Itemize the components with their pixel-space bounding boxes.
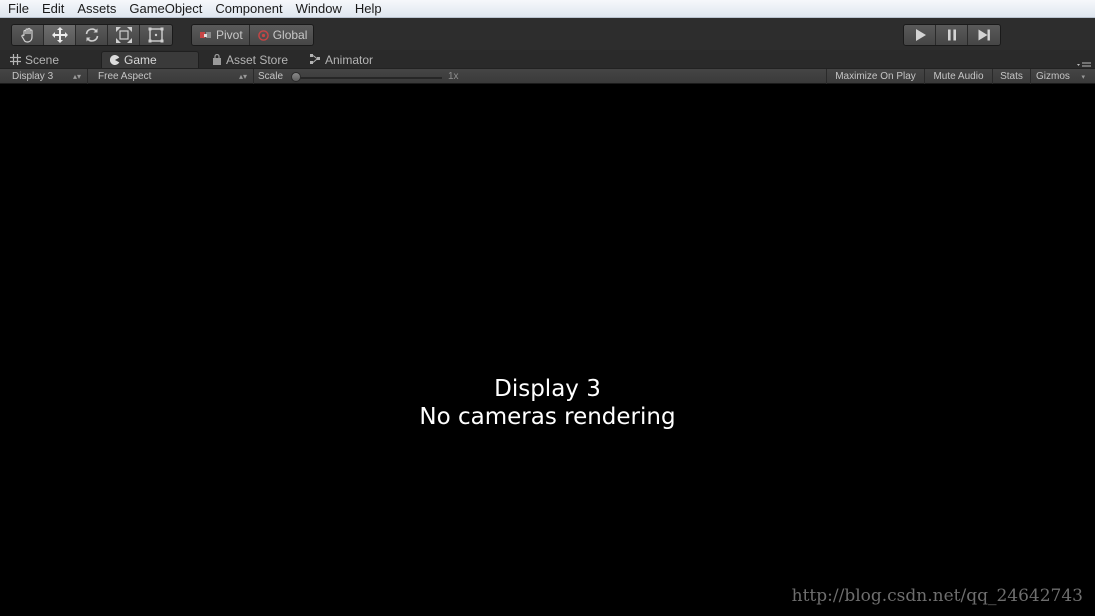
stats-label: Stats: [1000, 71, 1023, 82]
scale-icon: [115, 27, 132, 43]
pivot-toggle-group: Pivot Global: [191, 24, 315, 46]
menu-file[interactable]: File: [2, 1, 35, 17]
menu-component[interactable]: Component: [209, 1, 288, 17]
rotate-tool-button[interactable]: [76, 25, 108, 45]
stats-toggle[interactable]: Stats: [992, 69, 1030, 84]
tab-scene[interactable]: Scene: [2, 51, 67, 68]
move-tool-button[interactable]: [44, 25, 76, 45]
menu-edit[interactable]: Edit: [36, 1, 70, 17]
pivot-icon: [200, 30, 212, 40]
hand-tool-button[interactable]: [12, 25, 44, 45]
tab-scene-label: Scene: [25, 52, 60, 67]
animator-icon: [310, 54, 321, 65]
tab-game-label: Game: [124, 53, 157, 67]
mute-audio-toggle[interactable]: Mute Audio: [924, 69, 992, 84]
tab-asset-store-label: Asset Store: [226, 52, 289, 67]
dropdown-arrow-icon: ▴▾: [238, 72, 247, 81]
mute-audio-label: Mute Audio: [933, 71, 984, 82]
tab-animator-label: Animator: [325, 52, 374, 67]
rotate-icon: [85, 28, 98, 42]
tab-bar: Scene Game Asset Store Animator: [0, 50, 1095, 70]
rect-icon: [148, 27, 164, 43]
move-icon: [51, 27, 68, 43]
tab-asset-store[interactable]: Asset Store: [204, 51, 296, 68]
maximize-on-play-toggle[interactable]: Maximize On Play: [826, 69, 924, 84]
watermark-url: http://blog.csdn.net/qq_24642743: [791, 586, 1083, 606]
global-button[interactable]: Global: [249, 25, 314, 45]
global-label: Global: [272, 28, 308, 42]
play-controls: [903, 24, 1001, 46]
pause-button[interactable]: [936, 25, 968, 45]
menu-gameobject[interactable]: GameObject: [123, 1, 208, 17]
pivot-label: Pivot: [216, 28, 243, 42]
menu-window[interactable]: Window: [290, 1, 348, 17]
display-dropdown[interactable]: Display 3 ▴▾: [0, 69, 88, 84]
gizmos-dropdown[interactable]: Gizmos ▾: [1030, 69, 1088, 84]
tab-animator[interactable]: Animator: [302, 51, 381, 68]
play-icon: [915, 29, 926, 41]
main-toolbar: Pivot Global: [0, 18, 1095, 50]
no-cameras-message: No cameras rendering: [419, 404, 676, 430]
play-button[interactable]: [904, 25, 936, 45]
bag-icon: [212, 54, 222, 65]
scale-slider-thumb[interactable]: [291, 72, 301, 82]
menu-assets[interactable]: Assets: [71, 1, 122, 17]
rect-tool-button[interactable]: [140, 25, 172, 45]
pause-icon: [947, 29, 956, 41]
display-value: Display 3: [12, 71, 54, 82]
game-toolbar: Display 3 ▴▾ Free Aspect ▴▾ Scale 1x Max…: [0, 68, 1095, 84]
scale-slider-track[interactable]: [295, 77, 442, 79]
hand-icon: [20, 27, 33, 43]
gizmos-label: Gizmos: [1036, 71, 1070, 82]
game-view[interactable]: Display 3 No cameras rendering http://bl…: [0, 84, 1095, 616]
aspect-dropdown[interactable]: Free Aspect ▴▾: [86, 69, 254, 84]
tab-game[interactable]: Game: [101, 51, 199, 68]
transform-tools: [11, 24, 173, 46]
dropdown-arrow-icon: ▴▾: [72, 72, 81, 81]
scale-tool-button[interactable]: [108, 25, 140, 45]
pacman-icon: [110, 55, 120, 65]
step-button[interactable]: [968, 25, 1000, 45]
grid-icon: [10, 54, 21, 65]
aspect-value: Free Aspect: [98, 71, 152, 82]
globe-icon: [257, 29, 269, 41]
menu-bar: File Edit Assets GameObject Component Wi…: [0, 0, 1095, 18]
step-icon: [978, 29, 990, 41]
display-number-text: Display 3: [494, 376, 601, 402]
scale-value: 1x: [448, 71, 459, 82]
maximize-on-play-label: Maximize On Play: [835, 71, 916, 82]
pivot-button[interactable]: Pivot: [192, 25, 250, 45]
chevron-down-icon: ▾: [1081, 73, 1085, 81]
menu-help[interactable]: Help: [349, 1, 388, 17]
scale-label: Scale: [258, 71, 284, 82]
